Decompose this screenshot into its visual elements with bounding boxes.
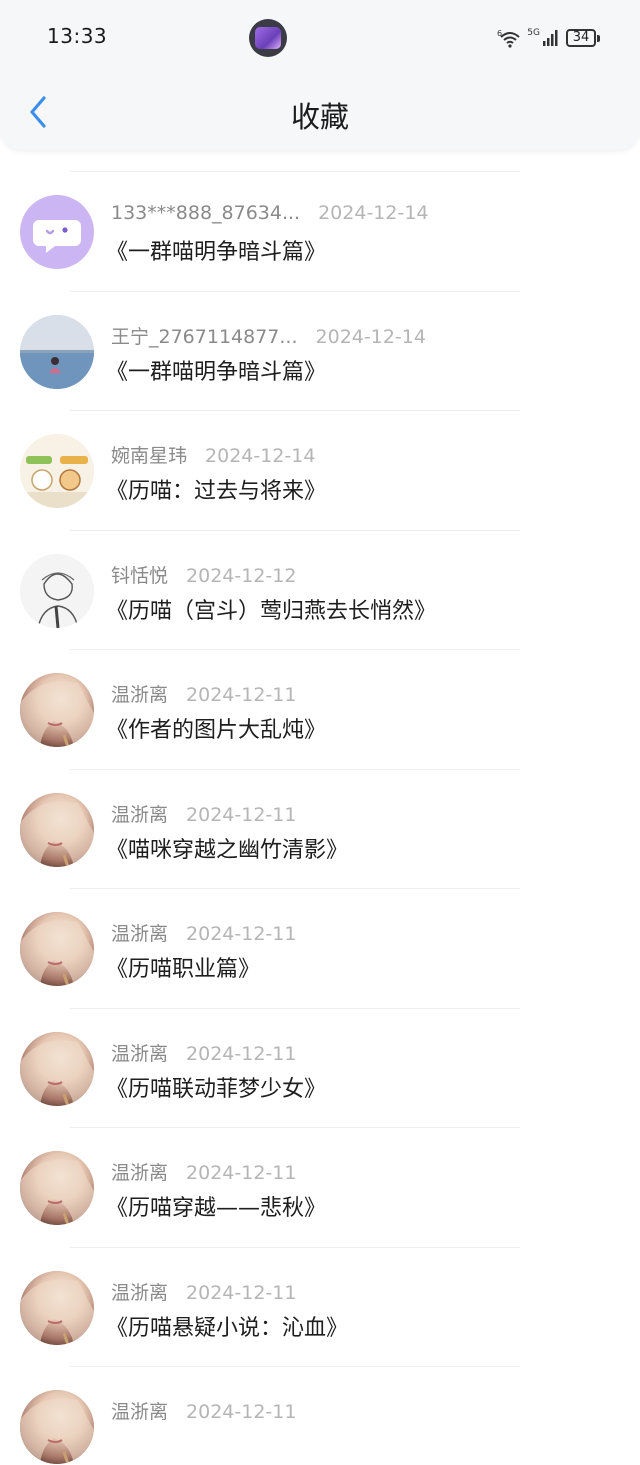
- top-header: 13:33 6 5G 34 收藏: [0, 0, 640, 150]
- username: 钭恬悦: [111, 564, 169, 587]
- user-avatar[interactable]: [20, 1390, 94, 1464]
- username: 温浙离: [111, 803, 169, 826]
- favorite-date: 2024-12-14: [205, 445, 316, 467]
- list-item[interactable]: 钭恬悦 2024-12-12 《历喵（宫斗）莺归燕去长悄然》: [0, 509, 640, 629]
- divider: [70, 1127, 520, 1128]
- user-avatar[interactable]: [20, 553, 94, 628]
- username: 婉南星玮: [111, 445, 188, 467]
- item-meta: 婉南星玮 2024-12-14: [111, 441, 315, 468]
- favorite-date: 2024-12-14: [315, 325, 426, 348]
- story-title[interactable]: 《历喵：过去与将来》: [106, 473, 326, 505]
- story-title[interactable]: 《历喵职业篇》: [106, 951, 260, 983]
- user-avatar[interactable]: [20, 1031, 94, 1106]
- list-item[interactable]: 温浙离 2024-12-11 《历喵联动菲梦少女》: [0, 987, 640, 1107]
- item-meta: 133***888_87634... 2024-12-14: [111, 202, 429, 224]
- status-bar: 13:33 6 5G 34: [0, 0, 640, 76]
- divider: [70, 649, 520, 650]
- username: 温浙离: [111, 1281, 169, 1304]
- user-avatar[interactable]: [20, 1270, 94, 1345]
- item-meta: 温浙离 2024-12-11: [111, 1278, 296, 1305]
- favorite-date: 2024-12-11: [186, 1042, 297, 1065]
- item-meta: 钭恬悦 2024-12-12: [111, 561, 296, 588]
- network-type: 5G: [527, 28, 540, 38]
- item-meta: 王宁_2767114877... 2024-12-14: [111, 322, 426, 349]
- story-title[interactable]: 《喵咪穿越之幽竹清影》: [106, 832, 348, 864]
- list-item[interactable]: 温浙离 2024-12-11 《作者的图片大乱炖》: [0, 628, 640, 748]
- item-meta: 温浙离 2024-12-11: [111, 919, 296, 946]
- divider: [70, 1246, 520, 1248]
- username: 温浙离: [111, 684, 169, 706]
- username: 温浙离: [111, 1042, 169, 1065]
- story-title[interactable]: 《历喵穿越——悲秋》: [106, 1190, 326, 1222]
- story-title[interactable]: 《一群喵明争暗斗篇》: [106, 234, 326, 266]
- item-meta: 温浙离 2024-12-11: [111, 680, 296, 707]
- list-item[interactable]: 王宁_2767114877... 2024-12-14 《一群喵明争暗斗篇》: [0, 270, 640, 390]
- user-avatar[interactable]: [20, 434, 94, 508]
- divider: [70, 1366, 520, 1367]
- favorite-date: 2024-12-11: [186, 923, 297, 945]
- item-meta: 温浙离 2024-12-11: [111, 1397, 296, 1424]
- page-title: 收藏: [290, 100, 349, 134]
- status-indicators: 6 5G 34: [497, 26, 600, 50]
- favorite-date: 2024-12-11: [186, 684, 297, 706]
- favorite-date: 2024-12-11: [186, 1162, 297, 1184]
- favorite-date: 2024-12-11: [186, 1401, 297, 1423]
- item-meta: 温浙离 2024-12-11: [111, 1039, 296, 1066]
- story-title[interactable]: 《历喵联动菲梦少女》: [106, 1071, 326, 1103]
- favorite-date: 2024-12-11: [186, 1281, 297, 1304]
- story-title[interactable]: 《一群喵明争暗斗篇》: [106, 354, 326, 386]
- list-item[interactable]: 温浙离 2024-12-11 《历喵穿越——悲秋》: [0, 1106, 640, 1226]
- battery-level: 34: [572, 30, 590, 45]
- status-time: 13:33: [47, 24, 108, 48]
- app-notification-icon: [249, 19, 287, 57]
- list-item[interactable]: 温浙离 2024-12-11 《历喵职业篇》: [0, 867, 640, 987]
- list-item[interactable]: 温浙离 2024-12-11 《喵咪穿越之幽竹清影》: [0, 748, 640, 868]
- user-avatar[interactable]: [20, 792, 94, 867]
- username: 温浙离: [111, 1401, 169, 1423]
- item-meta: 温浙离 2024-12-11: [111, 800, 296, 827]
- username: 133***888_87634...: [111, 202, 301, 224]
- divider: [70, 529, 520, 531]
- favorite-date: 2024-12-11: [186, 803, 297, 826]
- user-avatar[interactable]: [20, 912, 94, 986]
- story-title[interactable]: 《历喵（宫斗）莺归燕去长悄然》: [106, 593, 436, 625]
- favorite-date: 2024-12-12: [186, 564, 297, 587]
- user-avatar[interactable]: [20, 673, 94, 747]
- favorites-list: 133***888_87634... 2024-12-14 《一群喵明争暗斗篇》 王宁…: [0, 150, 640, 1465]
- signal-icon: [543, 30, 558, 46]
- divider: [70, 1007, 520, 1009]
- battery-icon: 34: [566, 29, 600, 47]
- user-avatar[interactable]: [20, 314, 94, 389]
- divider: [70, 888, 520, 889]
- list-item[interactable]: 133***888_87634... 2024-12-14 《一群喵明争暗斗篇》: [0, 150, 640, 270]
- user-avatar[interactable]: [20, 195, 94, 269]
- divider: [70, 768, 520, 770]
- story-title[interactable]: 《历喵悬疑小说：沁血》: [106, 1310, 348, 1342]
- divider: [70, 290, 520, 292]
- favorite-date: 2024-12-14: [318, 202, 429, 224]
- story-title[interactable]: 《作者的图片大乱炖》: [106, 712, 326, 744]
- list-item[interactable]: 婉南星玮 2024-12-14 《历喵：过去与将来》: [0, 389, 640, 509]
- divider: [70, 171, 520, 172]
- user-avatar[interactable]: [20, 1151, 94, 1225]
- username: 王宁_2767114877...: [111, 325, 298, 348]
- divider: [70, 410, 520, 411]
- username: 温浙离: [111, 923, 169, 945]
- item-meta: 温浙离 2024-12-11: [111, 1158, 296, 1185]
- wifi-icon: 6: [497, 29, 520, 48]
- list-item[interactable]: 温浙离 2024-12-11 《历喵悬疑小说：沁血》: [0, 1226, 640, 1346]
- username: 温浙离: [111, 1162, 169, 1184]
